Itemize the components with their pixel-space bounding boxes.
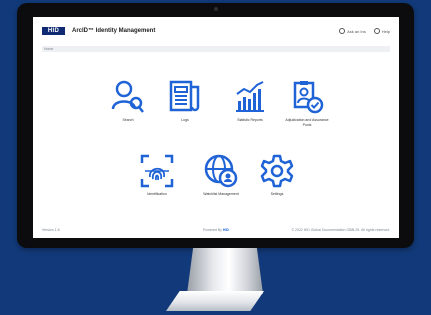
monitor-base	[166, 291, 264, 311]
tile-logs[interactable]: Logs	[160, 79, 210, 123]
tile-adjudication[interactable]: Adjudication and Assurance Pools	[282, 79, 332, 127]
tile-label-watchlist: Watchlist Management	[203, 192, 239, 196]
logs-document-icon	[169, 80, 200, 112]
question-icon	[339, 28, 346, 34]
version-text: Version 1.8	[42, 228, 60, 232]
camera-dot	[213, 7, 218, 11]
tile-search[interactable]: Search	[103, 79, 153, 123]
tile-label-identification: Identification	[147, 192, 167, 196]
tile-label-logs: Logs	[181, 118, 189, 122]
breadcrumb: Home	[42, 46, 390, 52]
tile-label-search: Search	[122, 118, 134, 122]
help-icon	[373, 28, 380, 34]
tile-label-statistics: Statistic Reports	[237, 118, 263, 122]
tile-statistics[interactable]: Statistic Reports	[225, 79, 275, 123]
app-footer: Version 1.8 Powered By HID © 2022 HID Gl…	[33, 222, 399, 238]
powered-prefix: Powered By	[203, 228, 222, 232]
gear-icon	[260, 154, 294, 188]
tile-settings[interactable]: Settings	[252, 153, 302, 197]
powered-brand[interactable]: HID	[223, 228, 229, 232]
app-title: ArcID™ Identity Management	[72, 28, 156, 34]
adjudication-check-icon	[293, 81, 324, 114]
help-label: Help	[381, 28, 390, 34]
ask-button[interactable]: Ask an Ins	[339, 28, 366, 34]
copyright-text: © 2022 HID Global Documentation GB8L29. …	[291, 228, 391, 232]
tile-identification[interactable]: Identification	[132, 153, 182, 197]
tile-label-settings: Settings	[270, 192, 284, 196]
help-button[interactable]: Help	[373, 28, 390, 34]
header-actions: Ask an Ins Help	[339, 28, 390, 34]
search-user-icon	[111, 80, 144, 113]
hid-logo: HID	[42, 27, 65, 35]
app-header: HID ArcID™ Identity Management Ask an In…	[33, 17, 399, 45]
fingerprint-scan-icon	[140, 154, 174, 188]
breadcrumb-home[interactable]: Home	[44, 47, 53, 51]
statistics-chart-icon	[236, 81, 264, 112]
monitor-stand	[187, 248, 263, 294]
tile-watchlist[interactable]: Watchlist Management	[196, 153, 246, 197]
globe-user-icon	[204, 154, 238, 188]
tile-label-adjudication: Adjudication and Assurance Pools	[285, 118, 329, 127]
ask-label: Ask an Ins	[347, 28, 366, 34]
app-screen: HID ArcID™ Identity Management Ask an In…	[33, 17, 399, 238]
powered-by: Powered By HID	[203, 228, 229, 232]
